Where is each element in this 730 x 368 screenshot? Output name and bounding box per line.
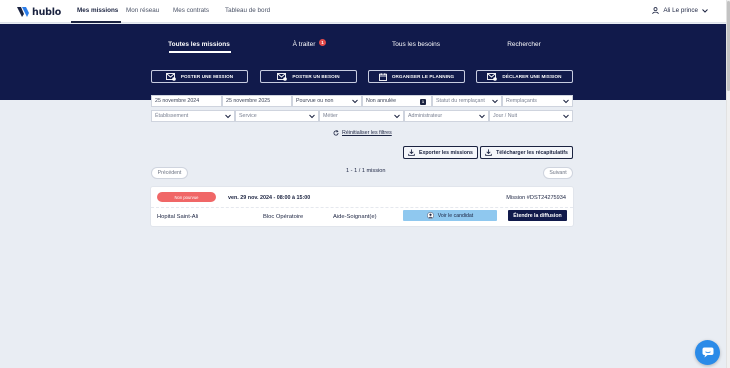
mission-card[interactable]: Non pourvue ven. 29 nov. 2024 - 08:00 à … [151, 187, 573, 226]
etablissement-placeholder: Établissement [155, 113, 189, 119]
service-placeholder: Service [239, 113, 257, 119]
calendar-icon [378, 72, 387, 81]
etendre-diffusion-label: Étendre la diffusion [513, 212, 562, 219]
mission-id: Mission #DST24275934 [506, 195, 566, 201]
reset-filters-link[interactable]: Réinitialiser les filtres [333, 130, 392, 136]
hublo-logo[interactable]: hublo [17, 6, 61, 18]
voir-candidat-label: Voir le candidat [437, 212, 474, 219]
reset-filters-label: Réinitialiser les filtres [342, 130, 392, 136]
chevron-down-icon [394, 114, 400, 119]
user-icon [652, 7, 660, 14]
jour-nuit-placeholder: Jour / Nuit [493, 113, 518, 119]
scrollbar-thumb[interactable] [726, 1, 730, 91]
logo-text: hublo [32, 6, 62, 18]
chevron-down-icon [479, 114, 485, 119]
user-menu[interactable]: Ali Le prince [652, 7, 708, 14]
remplacants-select[interactable]: Remplaçants [502, 95, 573, 107]
next-page-button[interactable]: Suivant [543, 167, 573, 179]
download-recap-button[interactable]: Télécharger les récapitulatifs [480, 146, 573, 159]
statut-remplacant-select[interactable]: Statut du remplaçant [432, 95, 502, 107]
previous-label: Précédent [157, 170, 182, 176]
chevron-down-icon [563, 99, 569, 104]
missions-banner: Toutes les missions À traiter 1 Tous les… [0, 24, 726, 100]
nav-mon-reseau[interactable]: Mon réseau [126, 7, 159, 14]
avatar-icon [426, 212, 434, 219]
date-start-value: 25 novembre 2024 [155, 98, 200, 104]
export-missions-button[interactable]: Exporter les missions [403, 146, 478, 159]
export-missions-label: Exporter les missions [419, 149, 473, 156]
declarer-une-mission-button[interactable]: DÉCLARER UNE MISSION [476, 70, 573, 83]
date-end-value: 25 novembre 2025 [226, 98, 271, 104]
poster-une-mission-button[interactable]: POSTER UNE MISSION [151, 70, 248, 83]
user-name: Ali Le prince [663, 7, 698, 14]
refresh-icon [333, 130, 339, 136]
annulee-select[interactable]: Non annulée 1 [362, 95, 432, 107]
status-label: Non pourvue [174, 194, 199, 200]
chevron-down-icon [309, 114, 315, 119]
mission-count: 1 - 1 / 1 mission [346, 168, 386, 174]
annulee-count-icon: 1 [420, 98, 426, 105]
chat-widget-button[interactable] [695, 340, 720, 365]
tab-a-traiter[interactable]: À traiter [293, 41, 316, 48]
status-badge: Non pourvue [157, 192, 216, 202]
remplacants-placeholder: Remplaçants [506, 98, 537, 104]
download-icon [408, 149, 415, 156]
post-mission-icon [165, 72, 176, 81]
mission-card-header: Non pourvue ven. 29 nov. 2024 - 08:00 à … [151, 187, 573, 208]
nav-mes-missions[interactable]: Mes missions [77, 7, 118, 14]
top-navbar: hublo Mes missions Mon réseau Mes contra… [0, 0, 726, 23]
mission-date: ven. 29 nov. 2024 - 08:00 à 15:00 [228, 195, 311, 201]
annulee-value: Non annulée [366, 98, 397, 104]
a-traiter-count-badge: 1 [319, 39, 326, 46]
chevron-down-icon [563, 114, 569, 119]
chevron-down-icon [225, 114, 231, 119]
tab-tous-les-besoins[interactable]: Tous les besoins [392, 41, 440, 48]
hublo-logo-icon [17, 7, 29, 17]
nav-mes-contrats[interactable]: Mes contrats [173, 7, 209, 14]
tab-rechercher[interactable]: Rechercher [507, 41, 541, 48]
tab-toutes-les-missions[interactable]: Toutes les missions [168, 41, 230, 48]
etablissement-select[interactable]: Établissement [151, 110, 235, 122]
jour-nuit-select[interactable]: Jour / Nuit [489, 110, 573, 122]
mission-service: Bloc Opératoire [263, 214, 304, 220]
etendre-diffusion-button[interactable]: Étendre la diffusion [508, 210, 567, 221]
tab-active-indicator [169, 51, 231, 53]
nav-active-indicator [71, 21, 121, 23]
post-need-icon [277, 72, 288, 81]
date-end-field[interactable]: 25 novembre 2025 [222, 95, 292, 107]
download-icon [485, 149, 492, 156]
metier-placeholder: Métier [323, 113, 338, 119]
chevron-down-icon [352, 99, 358, 104]
metier-select[interactable]: Métier [319, 110, 404, 122]
administrateur-placeholder: Administrateur [408, 113, 443, 119]
voir-candidat-button[interactable]: Voir le candidat [403, 210, 497, 221]
declarer-une-mission-label: DÉCLARER UNE MISSION [502, 74, 562, 79]
mission-etablissement: Hopital Saint-Ali [157, 214, 199, 220]
chevron-down-icon [702, 8, 708, 13]
statut-remplacant-placeholder: Statut du remplaçant [436, 98, 485, 104]
chat-icon [702, 347, 713, 358]
declare-mission-icon [487, 72, 498, 81]
page-scrollbar[interactable] [726, 0, 730, 368]
poster-un-besoin-button[interactable]: POSTER UN BESOIN [260, 70, 357, 83]
download-recap-label: Télécharger les récapitulatifs [496, 149, 568, 156]
pourvue-value: Pourvue ou non [296, 98, 334, 104]
previous-page-button[interactable]: Précédent [151, 167, 188, 179]
organiser-le-planning-label: ORGANISER LE PLANNING [391, 74, 455, 79]
nav-tableau-de-bord[interactable]: Tableau de bord [225, 7, 270, 14]
pourvue-select[interactable]: Pourvue ou non [292, 95, 362, 107]
poster-une-mission-label: POSTER UNE MISSION [180, 74, 234, 79]
administrateur-select[interactable]: Administrateur [404, 110, 489, 122]
service-select[interactable]: Service [235, 110, 319, 122]
next-label: Suivant [549, 170, 567, 176]
date-start-field[interactable]: 25 novembre 2024 [151, 95, 222, 107]
organiser-le-planning-button[interactable]: ORGANISER LE PLANNING [368, 70, 465, 83]
chevron-down-icon [492, 99, 498, 104]
mission-metier: Aide-Soignant(e) [333, 214, 377, 220]
poster-un-besoin-label: POSTER UN BESOIN [292, 74, 340, 79]
